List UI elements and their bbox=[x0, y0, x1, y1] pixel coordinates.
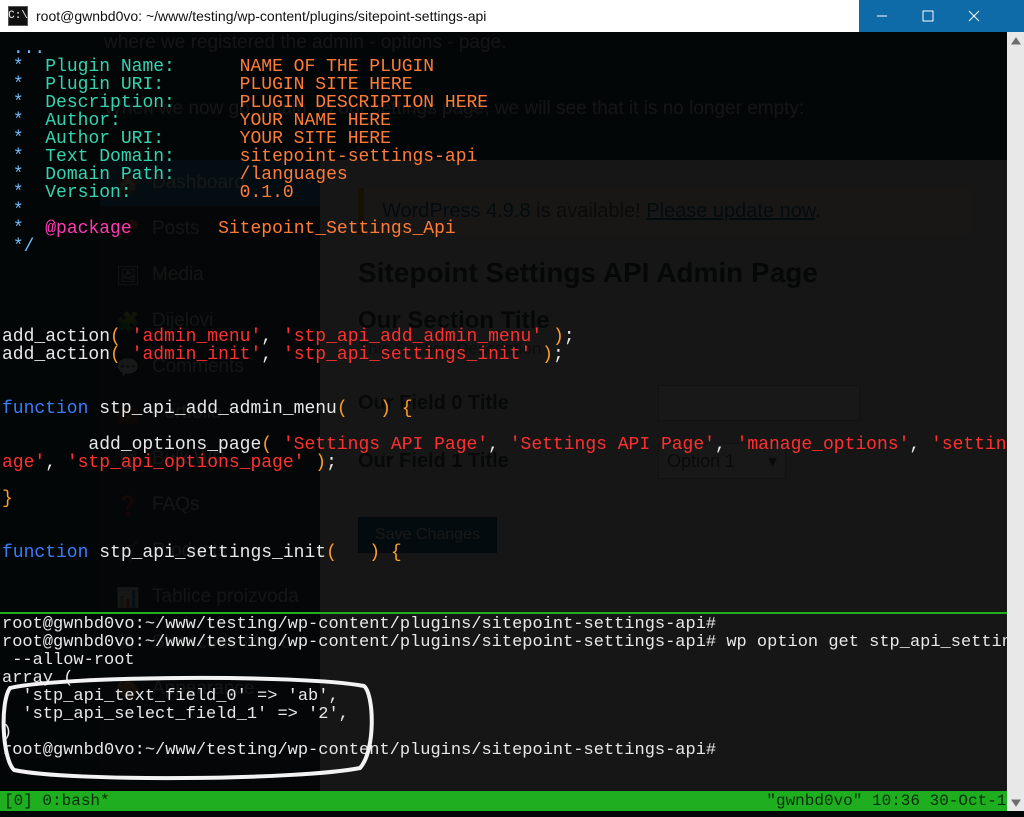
close-button[interactable] bbox=[951, 0, 997, 32]
terminal-window: C:\ root@gwnbd0vo: ~/www/testing/wp-cont… bbox=[0, 0, 1024, 817]
scroll-up-button[interactable] bbox=[1007, 32, 1024, 49]
status-left: [0] 0:bash* bbox=[0, 792, 110, 810]
terminal-icon: C:\ bbox=[8, 6, 28, 26]
maximize-button[interactable] bbox=[905, 0, 951, 32]
scrollbar-track[interactable] bbox=[1007, 32, 1024, 811]
titlebar[interactable]: C:\ root@gwnbd0vo: ~/www/testing/wp-cont… bbox=[0, 0, 1024, 32]
terminal-body[interactable]: ... * Plugin Name: NAME OF THE PLUGIN * … bbox=[0, 32, 1024, 817]
minimize-button[interactable] bbox=[859, 0, 905, 32]
window-controls bbox=[859, 0, 1024, 32]
editor-code: ... * Plugin Name: NAME OF THE PLUGIN * … bbox=[2, 40, 1008, 562]
tmux-statusbar: [0] 0:bash* "gwnbd0vo" 10:36 30-Oct-18 bbox=[0, 791, 1024, 811]
scroll-down-button[interactable] bbox=[1007, 794, 1024, 811]
status-right: "gwnbd0vo" 10:36 30-Oct-18 bbox=[766, 792, 1016, 810]
split-divider bbox=[0, 612, 1024, 614]
shell-output: root@gwnbd0vo:~/www/testing/wp-content/p… bbox=[2, 616, 1010, 760]
